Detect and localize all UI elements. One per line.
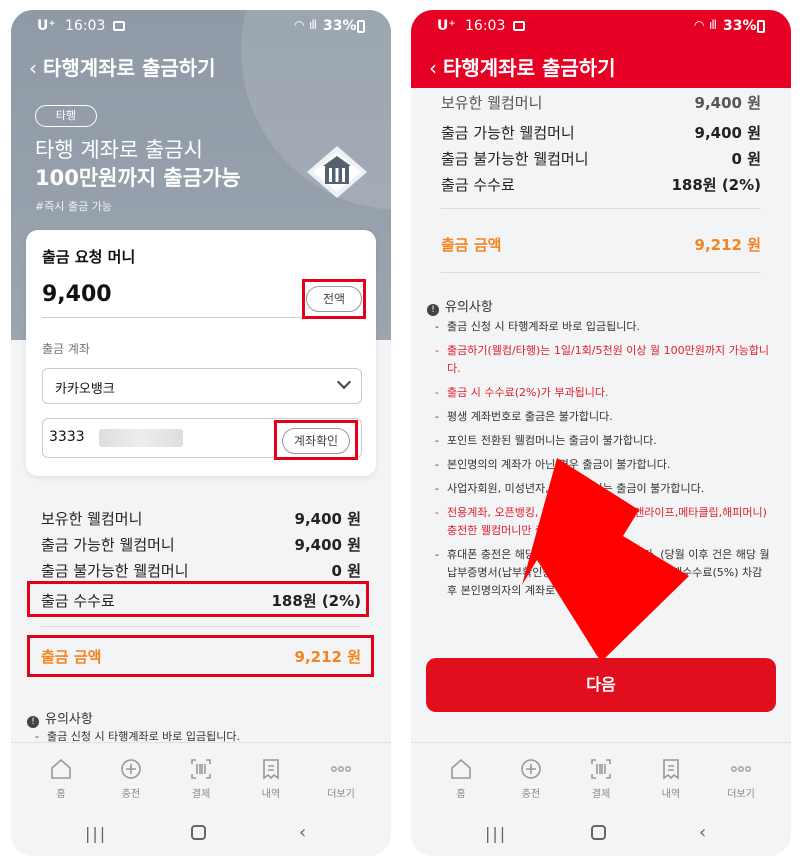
promo-hashtag: #즉시 출금 가능 — [35, 200, 112, 213]
highlight-box-fee — [27, 581, 369, 617]
summary-divider — [41, 626, 361, 627]
bottom-nav: 홈 충전 결제 내역 더보기 — [411, 742, 791, 814]
signal-icon: ıll — [309, 18, 317, 32]
battery-percent: 33% — [323, 18, 357, 34]
highlight-box-total — [27, 635, 374, 677]
nav-more-label: 더보기 — [327, 789, 355, 800]
plus-circle-icon — [521, 759, 541, 779]
nav-more[interactable]: 더보기 — [711, 757, 771, 800]
notice-title-text: 유의사항 — [45, 712, 93, 727]
back-icon[interactable]: ‹ — [29, 56, 37, 80]
account-label: 출금 계좌 — [42, 342, 90, 356]
info-icon: ! — [27, 716, 39, 728]
status-bar: U⁺ 16:03 ◠ ıll 33% — [11, 10, 391, 44]
bottom-nav: 홈 충전 결제 내역 더보기 — [11, 742, 391, 814]
nav-history[interactable]: 내역 — [241, 757, 301, 800]
unavailable-money-label: 출금 불가능한 웰컴머니 — [41, 562, 189, 580]
home-button-icon[interactable] — [191, 825, 206, 840]
nav-charge[interactable]: 충전 — [101, 757, 161, 800]
nav-pay-label: 결제 — [591, 789, 611, 800]
withdraw-form-card: 출금 요청 머니 9,400 전액 출금 계좌 카카오뱅크 3333 계좌확인 — [26, 230, 376, 476]
more-icon — [331, 766, 351, 772]
recent-apps-icon[interactable]: ||| — [85, 824, 107, 843]
barcode-icon — [591, 759, 611, 779]
nav-history-label: 내역 — [261, 789, 281, 800]
nav-history[interactable]: 내역 — [641, 757, 701, 800]
chevron-down-icon — [336, 374, 352, 390]
nav-home[interactable]: 홈 — [431, 757, 491, 800]
promo-line-2: 100만원까지 출금가능 — [35, 166, 241, 190]
page-title-text: 타행계좌로 출금하기 — [43, 56, 216, 80]
nav-more[interactable]: 더보기 — [311, 757, 371, 800]
home-icon — [451, 758, 471, 779]
nav-home[interactable]: 홈 — [31, 757, 91, 800]
bank-icon — [307, 146, 367, 198]
nav-pay[interactable]: 결제 — [571, 757, 631, 800]
receipt-icon — [663, 759, 679, 780]
back-nav-icon[interactable]: ‹ — [299, 822, 306, 843]
nav-more-label: 더보기 — [727, 789, 755, 800]
bank-select[interactable]: 카카오뱅크 — [42, 368, 362, 404]
system-nav-bar: ||| ‹ — [11, 814, 391, 856]
nav-charge-label: 충전 — [521, 789, 541, 800]
wifi-icon: ◠ — [294, 18, 305, 32]
nav-home-label: 홈 — [456, 789, 466, 800]
available-money-row: 출금 가능한 웰컴머니 9,400 원 — [41, 534, 361, 556]
bank-tag-badge: 타행 — [35, 105, 97, 127]
more-icon — [731, 766, 751, 772]
held-money-value: 9,400 원 — [294, 510, 361, 528]
home-icon — [51, 758, 71, 779]
annotation-arrow — [522, 458, 689, 662]
carrier-label: U⁺ — [37, 18, 56, 34]
phone-left: U⁺ 16:03 ◠ ıll 33% ‹ 타행계좌로 출금하기 타행 타행 계좌로… — [11, 10, 391, 856]
bank-selected-value: 카카오뱅크 — [55, 382, 115, 397]
held-money-row: 보유한 웰컴머니 9,400 원 — [41, 508, 361, 530]
nav-pay-label: 결제 — [191, 789, 211, 800]
nav-history-label: 내역 — [661, 789, 681, 800]
back-nav-icon[interactable]: ‹ — [699, 822, 706, 843]
nav-pay[interactable]: 결제 — [171, 757, 231, 800]
clock: 16:03 — [65, 18, 106, 34]
unavailable-money-value: 0 원 — [331, 562, 361, 580]
nav-home-label: 홈 — [56, 789, 66, 800]
promo-line-1: 타행 계좌로 출금시 — [35, 138, 203, 162]
notice-title: ! 유의사항 — [27, 708, 93, 728]
amount-input[interactable]: 9,400 — [42, 282, 112, 307]
highlight-box-verify — [274, 420, 358, 460]
receipt-icon — [263, 759, 279, 780]
available-money-value: 9,400 원 — [294, 536, 361, 554]
nav-charge-label: 충전 — [121, 789, 141, 800]
system-nav-bar: ||| ‹ — [411, 814, 791, 856]
account-number-value: 3333 — [49, 429, 85, 445]
barcode-icon — [191, 759, 211, 779]
page-title: ‹ 타행계좌로 출금하기 — [29, 52, 216, 81]
battery-icon — [357, 20, 365, 33]
available-money-label: 출금 가능한 웰컴머니 — [41, 536, 175, 554]
form-title: 출금 요청 머니 — [42, 248, 136, 266]
phone-right: U⁺ 16:03 ◠ ıll 33% ‹ 타행계좌로 출금하기 보유한 웰컴머니 … — [411, 10, 791, 856]
gallery-icon — [113, 21, 125, 31]
plus-circle-icon — [121, 759, 141, 779]
held-money-label: 보유한 웰컴머니 — [41, 510, 143, 528]
home-button-icon[interactable] — [591, 825, 606, 840]
account-number-redaction — [99, 429, 183, 447]
highlight-box-all — [302, 279, 366, 319]
nav-charge[interactable]: 충전 — [501, 757, 561, 800]
recent-apps-icon[interactable]: ||| — [485, 824, 507, 843]
unavailable-money-row: 출금 불가능한 웰컴머니 0 원 — [41, 560, 361, 582]
